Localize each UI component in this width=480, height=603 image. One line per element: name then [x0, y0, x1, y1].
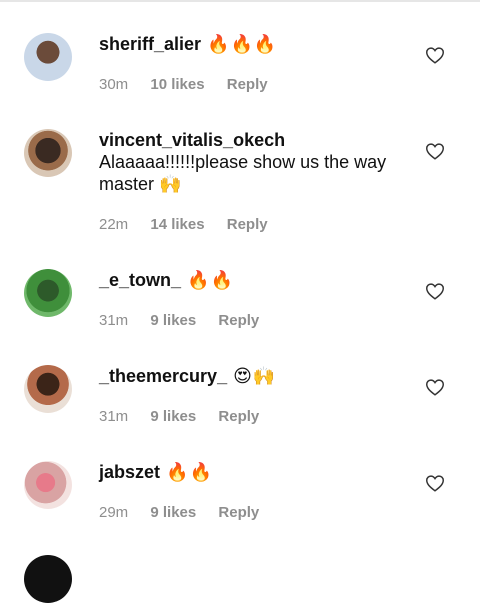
avatar[interactable]	[24, 129, 72, 177]
likes-count[interactable]: 9 likes	[150, 408, 196, 425]
avatar[interactable]	[24, 461, 72, 509]
likes-count[interactable]: 14 likes	[150, 216, 204, 233]
comment-meta: 31m 9 likes Reply	[99, 312, 277, 329]
likes-count[interactable]: 9 likes	[150, 312, 196, 329]
avatar[interactable]	[24, 269, 72, 317]
heart-icon[interactable]	[424, 472, 446, 494]
comment-meta: 30m 10 likes Reply	[99, 76, 286, 93]
username[interactable]: vincent_vitalis_okech	[99, 129, 285, 151]
reply-button[interactable]: Reply	[218, 312, 259, 329]
comment-time: 29m	[99, 504, 129, 521]
username[interactable]: _theemercury_	[99, 366, 227, 386]
top-divider	[0, 0, 480, 2]
comment-meta: 31m 9 likes Reply	[99, 408, 277, 425]
reply-button[interactable]: Reply	[218, 504, 259, 521]
reply-button[interactable]: Reply	[227, 76, 268, 93]
reply-button[interactable]: Reply	[227, 216, 268, 233]
likes-count[interactable]: 10 likes	[150, 76, 204, 93]
heart-icon[interactable]	[424, 44, 446, 66]
comment-emoji: 😍🙌	[233, 366, 277, 386]
comment-meta: 22m 14 likes Reply	[99, 216, 286, 233]
heart-icon[interactable]	[424, 280, 446, 302]
comment-time: 22m	[99, 216, 129, 233]
comment-emoji: 🔥🔥	[187, 270, 234, 290]
comment-time: 31m	[99, 312, 129, 329]
comment-meta: 29m 9 likes Reply	[99, 504, 277, 521]
reply-button[interactable]: Reply	[218, 408, 259, 425]
username[interactable]: jabszet	[99, 462, 160, 482]
avatar[interactable]	[24, 33, 72, 81]
heart-icon[interactable]	[424, 376, 446, 398]
comment-time: 31m	[99, 408, 129, 425]
comment-time: 30m	[99, 76, 129, 93]
heart-icon[interactable]	[424, 140, 446, 162]
avatar[interactable]	[24, 365, 72, 413]
username[interactable]: sheriff_alier	[99, 34, 201, 54]
likes-count[interactable]: 9 likes	[150, 504, 196, 521]
comment-emoji: 🔥🔥	[166, 462, 213, 482]
avatar[interactable]	[24, 555, 72, 603]
comment-emoji: 🔥🔥🔥	[207, 34, 278, 54]
comment-text: Alaaaaa!!!!!!please show us the way mast…	[99, 152, 387, 194]
username[interactable]: _e_town_	[99, 270, 181, 290]
